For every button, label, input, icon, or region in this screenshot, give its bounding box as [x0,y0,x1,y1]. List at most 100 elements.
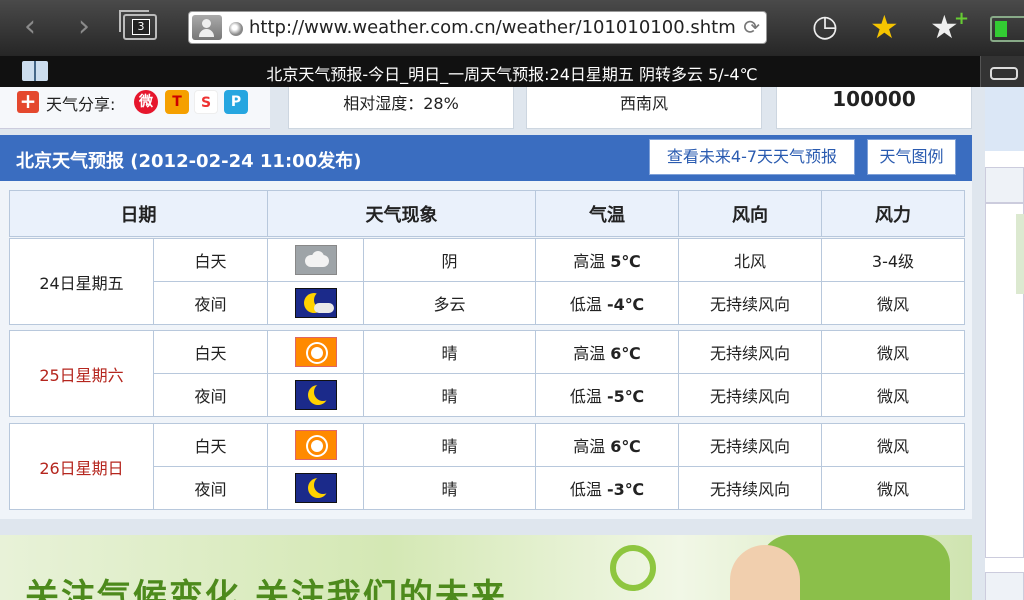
icon-cell [267,281,364,325]
cloud-icon [294,245,337,275]
day-block: 24日星期五 白天 阴 高温 5℃ 北风 3-4级 夜间 多云 低温 -4℃ 无… [9,238,965,325]
wind-force-cell: 微风 [821,281,965,325]
wind-force-cell: 微风 [821,423,965,467]
temp-label: 高温 [573,344,606,363]
humidity-cell: 相对湿度：28% [288,87,514,129]
temp-cell: 高温 6℃ [535,330,679,374]
banner-text: 关注气候变化 关注我们的未来 [25,577,507,600]
temp-label: 低温 [569,480,602,499]
table-row: 夜间 晴 低温 -3℃ 无持续风向 微风 [10,466,965,510]
wind-dir-cell: 无持续风向 [678,330,822,374]
wind-force-cell: 微风 [821,466,965,510]
table-row: 24日星期五 白天 阴 高温 5℃ 北风 3-4级 [9,238,965,325]
temp-cell: 低温 -4℃ [535,281,679,325]
climate-banner[interactable]: 关注气候变化 关注我们的未来 [0,535,972,600]
forecast-panel: 北京天气预报 (2012-02-24 11:00发布) 查看未来4-7天天气预报… [0,135,972,519]
temp-label: 低温 [569,387,602,406]
future-forecast-button[interactable]: 查看未来4-7天天气预报 [649,139,855,175]
share-plus-icon[interactable]: + [17,91,39,113]
temp-value: 6℃ [610,344,641,363]
date-cell: 26日星期日 [9,423,154,510]
period-cell: 白天 [153,423,268,467]
temp-cell: 高温 5℃ [535,238,679,282]
weibo-icon[interactable]: 微 [134,90,158,114]
icon-cell [267,373,364,417]
tabs-button[interactable]: 3 [119,10,157,40]
day-block: 25日星期六 白天 晴 高温 6℃ 无持续风向 微风 夜间 晴 低温 -5℃ 无… [9,330,965,417]
share-box: + 天气分享: 微 T S P [0,87,270,129]
header-weather: 天气现象 [267,190,536,237]
reload-icon[interactable]: ⟳ [743,15,760,39]
wind-dir-cell: 无持续风向 [678,466,822,510]
day-block: 26日星期日 白天 晴 高温 6℃ 无持续风向 微风 夜间 晴 低温 -3℃ 无… [9,423,965,510]
temp-label: 高温 [573,437,606,456]
table-row: 夜间 多云 低温 -4℃ 无持续风向 微风 [10,281,965,325]
date-cell: 25日星期六 [9,330,154,417]
weather-cell: 阴 [363,238,536,282]
header-wind-force: 风力 [821,190,965,237]
bookmark-star-icon[interactable]: ★ [870,9,899,45]
forecast-title: 北京天气预报 (2012-02-24 11:00发布) [16,151,362,172]
humidity-text: 相对湿度：28% [343,94,459,113]
weather-cell: 多云 [363,281,536,325]
forward-arrow-icon[interactable]: › [66,10,102,46]
history-icon[interactable]: ◷ [808,10,842,44]
table-row: 夜间 晴 低温 -5℃ 无持续风向 微风 [10,373,965,417]
table-row: 26日星期日 白天 晴 高温 6℃ 无持续风向 微风 [9,423,965,510]
wind-force-cell: 微风 [821,373,965,417]
weather-legend-button[interactable]: 天气图例 [867,139,956,175]
number-cell: 100000 [776,87,972,129]
weather-cell: 晴 [363,466,536,510]
browser-toolbar: ‹ › 3 http://www.weather.com.cn/weather/… [0,0,1024,56]
add-bookmark-icon[interactable]: ★ + [930,8,969,45]
period-cell: 白天 [153,238,268,282]
kaixin-icon[interactable]: P [224,90,248,114]
period-cell: 夜间 [153,373,268,417]
temp-label: 低温 [569,295,602,314]
temp-cell: 低温 -3℃ [535,466,679,510]
temp-cell: 低温 -5℃ [535,373,679,417]
battery-icon [990,16,1024,42]
sun-icon [294,337,337,367]
reader-mode-icon[interactable] [980,56,1024,87]
identity-icon[interactable] [192,15,222,40]
url-bar[interactable]: http://www.weather.com.cn/weather/101010… [188,11,767,44]
temp-value: 5℃ [610,252,641,271]
moon-icon [294,380,337,410]
header-wind-dir: 风向 [678,190,822,237]
number-text: 100000 [832,87,916,111]
moon-cloud-icon [294,288,337,318]
moon-icon [294,473,337,503]
table-row: 25日星期六 白天 晴 高温 6℃ 无持续风向 微风 [9,330,965,417]
wind-text: 西南风 [619,94,668,113]
wind-dir-cell: 无持续风向 [678,281,822,325]
forecast-header-table: 日期 天气现象 气温 风向 风力 [9,190,965,237]
globe-icon [229,22,243,36]
header-date: 日期 [9,190,268,237]
circle-graphic [610,545,656,591]
wind-force-cell: 3-4级 [821,238,965,282]
wind-force-cell: 微风 [821,330,965,374]
icon-cell [267,466,364,510]
period-cell: 夜间 [153,281,268,325]
web-page: + 天气分享: 微 T S P 相对湿度：28% 西南风 100000 北京天气… [0,87,1024,600]
weather-cell: 晴 [363,373,536,417]
period-cell: 白天 [153,330,268,374]
right-sidebar [985,87,1024,600]
wind-dir-cell: 无持续风向 [678,423,822,467]
wind-dir-cell: 无持续风向 [678,373,822,417]
tencent-weibo-icon[interactable]: T [165,90,189,114]
page-title: 北京天气预报-今日_明日_一周天气预报:24日星期五 阴转多云 5/-4℃ [266,65,758,84]
renren-icon[interactable]: S [194,90,218,114]
temp-value: -3℃ [606,480,645,499]
temp-value: -4℃ [606,295,645,314]
forecast-header: 北京天气预报 (2012-02-24 11:00发布) 查看未来4-7天天气预报… [0,135,972,181]
temp-label: 高温 [573,252,606,271]
share-label: 天气分享: [46,95,116,114]
url-text[interactable]: http://www.weather.com.cn/weather/101010… [249,17,736,38]
weather-cell: 晴 [363,330,536,374]
back-arrow-icon[interactable]: ‹ [12,10,48,46]
wind-cell: 西南风 [526,87,762,129]
title-bar: 北京天气预报-今日_明日_一周天气预报:24日星期五 阴转多云 5/-4℃ [0,56,1024,87]
weather-cell: 晴 [363,423,536,467]
